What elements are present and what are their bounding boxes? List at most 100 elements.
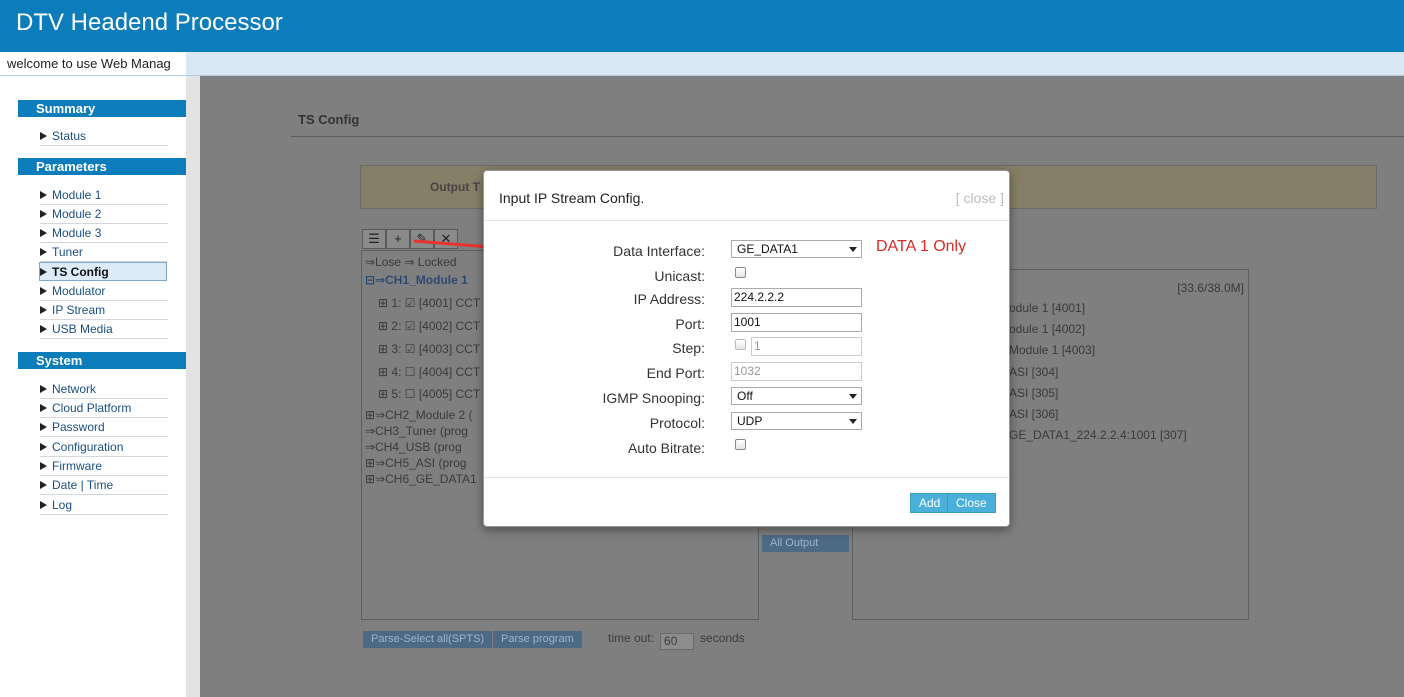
- tree-node[interactable]: ⊞⇒CH5_ASI (prog: [365, 456, 466, 470]
- auto-bitrate-checkbox[interactable]: [735, 439, 746, 450]
- dialog-close-link[interactable]: [ close ]: [956, 190, 1004, 206]
- end-port-label: End Port:: [646, 365, 705, 381]
- output-item[interactable]: odule 1 [4001]: [1009, 301, 1085, 315]
- tree-node[interactable]: ⊞ 2: ☑ [4002] CCT: [378, 319, 480, 333]
- auto-bitrate-row: Auto Bitrate:: [484, 437, 1009, 459]
- sidebar-item-configuration[interactable]: Configuration: [40, 438, 168, 457]
- triangle-right-icon: [40, 325, 47, 333]
- tree-node[interactable]: ⊟⇒CH1_Module 1: [365, 273, 468, 287]
- sidebar-item-date-time[interactable]: Date | Time: [40, 476, 168, 495]
- triangle-right-icon: [40, 385, 47, 393]
- parse-select-all-button[interactable]: Parse-Select all(SPTS): [363, 631, 493, 648]
- triangle-right-icon: [40, 132, 47, 140]
- sidebar-item-tuner[interactable]: Tuner: [40, 243, 168, 262]
- output-label: Output T: [430, 180, 480, 194]
- data-interface-label: Data Interface:: [613, 243, 705, 259]
- output-item[interactable]: ASI [306]: [1009, 407, 1058, 421]
- sidebar-item-firmware[interactable]: Firmware: [40, 457, 168, 476]
- output-item[interactable]: ASI [304]: [1009, 365, 1058, 379]
- tree-node[interactable]: ⇒CH3_Tuner (prog: [365, 424, 468, 438]
- triangle-right-icon: [40, 306, 47, 314]
- app-title: DTV Headend Processor: [16, 9, 283, 36]
- all-output-button[interactable]: All Output: [762, 535, 849, 552]
- auto-bitrate-label: Auto Bitrate:: [627, 440, 705, 456]
- sidebar-item-ts-config[interactable]: TS Config: [39, 262, 167, 281]
- sidebar-item-module-1[interactable]: Module 1: [40, 186, 168, 205]
- output-item[interactable]: ASI [305]: [1009, 386, 1058, 400]
- output-item[interactable]: odule 1 [4002]: [1009, 322, 1085, 336]
- sidebar-item-modulator[interactable]: Modulator: [40, 282, 168, 301]
- triangle-right-icon: [40, 404, 47, 412]
- unicast-label: Unicast:: [654, 268, 705, 284]
- tree-node[interactable]: ⊞ 4: ☐ [4004] CCT: [378, 365, 480, 379]
- port-row: Port: 1001: [484, 313, 1009, 335]
- triangle-right-icon: [40, 501, 47, 509]
- sidebar-item-module-2[interactable]: Module 2: [40, 205, 168, 224]
- parse-program-button[interactable]: Parse program: [493, 631, 582, 648]
- chevron-down-icon: [849, 419, 857, 424]
- tree-node[interactable]: ⊞ 1: ☑ [4001] CCT: [378, 296, 480, 310]
- step-checkbox[interactable]: [735, 339, 746, 350]
- sidebar-item-status[interactable]: Status: [40, 127, 168, 146]
- title-divider: [291, 136, 1404, 137]
- close-button[interactable]: Close: [947, 493, 996, 513]
- end-port-input[interactable]: 1032: [731, 362, 862, 381]
- igmp-select[interactable]: Off: [731, 387, 862, 405]
- sidebar-item-ip-stream[interactable]: IP Stream: [40, 301, 168, 320]
- output-item[interactable]: GE_DATA1_224.2.2.4:1001 [307]: [1009, 428, 1187, 442]
- unicast-checkbox[interactable]: [735, 267, 746, 278]
- sidebar-item-network[interactable]: Network: [40, 380, 168, 399]
- tree-node[interactable]: ⊞⇒CH2_Module 2 (: [365, 408, 472, 422]
- annotation-text: DATA 1 Only: [876, 238, 967, 255]
- timeout-label: time out:: [608, 631, 655, 645]
- welcome-bar: welcome to use Web Manag: [0, 52, 1404, 76]
- igmp-row: IGMP Snooping: Off: [484, 387, 1009, 409]
- sidebar-item-log[interactable]: Log: [40, 496, 168, 515]
- sidebar-item-module-3[interactable]: Module 3: [40, 224, 168, 243]
- unicast-row: Unicast:: [484, 265, 1009, 287]
- protocol-row: Protocol: UDP: [484, 412, 1009, 434]
- tree-node[interactable]: ⇒CH4_USB (prog: [365, 440, 462, 454]
- chevron-down-icon: [849, 394, 857, 399]
- sidebar-item-cloud-platform[interactable]: Cloud Platform: [40, 399, 168, 418]
- sidebar-item-usb-media[interactable]: USB Media: [40, 320, 168, 339]
- ip-address-row: IP Address: 224.2.2.2: [484, 288, 1009, 310]
- triangle-right-icon: [40, 210, 47, 218]
- bitrate-summary: [33.6/38.0M]: [1177, 281, 1244, 295]
- section-summary: Summary: [18, 100, 186, 117]
- output-item[interactable]: Module 1 [4003]: [1009, 343, 1095, 357]
- timeout-input[interactable]: 60: [660, 633, 695, 650]
- timeout-unit: seconds: [700, 631, 745, 645]
- data-interface-select[interactable]: GE_DATA1: [731, 240, 862, 258]
- triangle-right-icon: [40, 443, 47, 451]
- dialog-header: Input IP Stream Config. [ close ]: [484, 171, 1009, 221]
- triangle-right-icon: [40, 229, 47, 237]
- triangle-right-icon: [40, 268, 47, 276]
- app-header: DTV Headend Processor: [0, 0, 1404, 52]
- list-icon[interactable]: ☰: [362, 229, 386, 249]
- port-label: Port:: [675, 316, 705, 332]
- protocol-label: Protocol:: [649, 415, 705, 431]
- step-input[interactable]: 1: [751, 337, 862, 356]
- triangle-right-icon: [40, 287, 47, 295]
- page-title: TS Config: [298, 112, 360, 127]
- igmp-label: IGMP Snooping:: [602, 390, 705, 406]
- dialog-title: Input IP Stream Config.: [499, 190, 645, 206]
- welcome-text: welcome to use Web Manag: [0, 52, 186, 75]
- add-button[interactable]: Add: [910, 493, 950, 513]
- protocol-select[interactable]: UDP: [731, 412, 862, 430]
- sidebar: Summary Status Parameters Module 1 Modul…: [0, 76, 200, 697]
- ip-address-input[interactable]: 224.2.2.2: [731, 288, 862, 307]
- step-label: Step:: [672, 340, 705, 356]
- tree-node[interactable]: ⊞ 3: ☑ [4003] CCT: [378, 342, 480, 356]
- sidebar-item-password[interactable]: Password: [40, 418, 168, 437]
- triangle-right-icon: [40, 248, 47, 256]
- section-parameters: Parameters: [18, 158, 186, 175]
- end-port-row: End Port: 1032: [484, 362, 1009, 384]
- tree-node[interactable]: ⊞ 5: ☐ [4005] CCT: [378, 387, 480, 401]
- ip-address-label: IP Address:: [633, 291, 705, 307]
- triangle-right-icon: [40, 423, 47, 431]
- port-input[interactable]: 1001: [731, 313, 862, 332]
- tree-node[interactable]: ⊞⇒CH6_GE_DATA1: [365, 472, 477, 486]
- input-ip-stream-dialog: Input IP Stream Config. [ close ] Data I…: [483, 170, 1010, 527]
